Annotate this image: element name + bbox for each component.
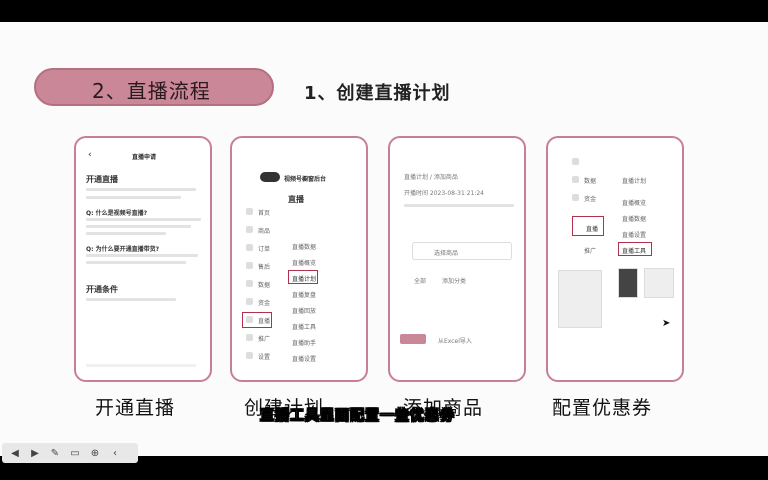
- sub-item: 直播概览: [292, 260, 317, 267]
- sub-item: 直播复盘: [292, 292, 317, 299]
- sub-item: 直播回放: [292, 308, 317, 315]
- sub-item: 直播工具: [622, 248, 647, 255]
- section-title: 2、直播流程: [92, 79, 211, 103]
- sub-item: 直播工具: [292, 324, 317, 331]
- cursor-icon: ➤: [662, 318, 671, 329]
- card3-breadcrumb: 直播计划 / 添加商品: [404, 174, 458, 181]
- card2-live: 直播: [288, 195, 304, 204]
- sub-item: 直播设置: [292, 356, 317, 363]
- logo-icon: [260, 172, 280, 182]
- card2-header: 视频号橱窗后台: [284, 176, 327, 183]
- card1-header: 直播申请: [132, 154, 157, 161]
- nav-item: 订单: [258, 246, 271, 253]
- nav-item: 推广: [584, 248, 597, 255]
- nav-item: 直播: [586, 226, 599, 233]
- slide-canvas: 2、直播流程 1、创建直播计划 ‹ 直播申请 开通直播 Q: 什么是视频号直播?…: [0, 22, 768, 463]
- back-arrow-icon[interactable]: ‹: [108, 446, 122, 460]
- card1-heading: 开通直播: [86, 175, 118, 184]
- sub-item: 直播概览: [622, 200, 647, 207]
- sub-item: 直播计划: [292, 276, 317, 283]
- nav-item: 设置: [258, 354, 271, 361]
- card-add-products: 直播计划 / 添加商品 开播时间 2023-08-31 21:24 选择商品 全…: [388, 136, 526, 382]
- sub-item: 直播助手: [292, 340, 317, 347]
- sub-item: 直播数据: [622, 216, 647, 223]
- card-open-live: ‹ 直播申请 开通直播 Q: 什么是视频号直播? Q: 为什么要开通直播带货? …: [74, 136, 212, 382]
- sub-item: 直播计划: [622, 178, 647, 185]
- select-products-label: 选择商品: [434, 250, 459, 257]
- screen-icon[interactable]: ▭: [68, 446, 82, 460]
- screenshot-thumbnail: [558, 270, 602, 328]
- card4-label: 配置优惠券: [552, 397, 653, 419]
- sub-item: 直播设置: [622, 232, 647, 239]
- card3-tab-add: 添加分类: [442, 278, 467, 285]
- card1-q2: Q: 为什么要开通直播带货?: [86, 246, 160, 253]
- card3-tab-all: 全部: [414, 278, 427, 285]
- pen-icon[interactable]: ✎: [48, 446, 62, 460]
- nav-item: 首页: [258, 210, 271, 217]
- card1-label: 开通直播: [95, 397, 176, 419]
- select-products-button[interactable]: [412, 242, 512, 260]
- video-subtitle: 直播工具里面配置一些优惠券: [260, 408, 455, 425]
- card-config-coupons: 数据 资金 直播 推广 直播计划 直播概览 直播数据 直播设置 直播工具 ➤: [546, 136, 684, 382]
- card3-time: 开播时间 2023-08-31 21:24: [404, 190, 484, 197]
- card-create-plan: 视频号橱窗后台 直播 首页 商品 订单 售后 数据 资金 直播 推广 设置 直播…: [230, 136, 368, 382]
- next-icon[interactable]: ▶: [28, 446, 42, 460]
- nav-item: 商品: [258, 228, 271, 235]
- nav-item: 资金: [258, 300, 271, 307]
- card3-import: 从Excel导入: [438, 338, 472, 345]
- nav-item: 资金: [584, 196, 597, 203]
- zoom-icon[interactable]: ⊕: [88, 446, 102, 460]
- card1-conditions: 开通条件: [86, 285, 118, 294]
- nav-item: 售后: [258, 264, 271, 271]
- nav-item: 直播: [258, 318, 271, 325]
- nav-item: 推广: [258, 336, 271, 343]
- step-title: 1、创建直播计划: [304, 83, 451, 104]
- card3-primary-button[interactable]: [400, 334, 426, 344]
- screenshot-thumbnail: [618, 268, 638, 298]
- prev-icon[interactable]: ◀: [8, 446, 22, 460]
- nav-item: 数据: [584, 178, 597, 185]
- player-toolbar: ◀ ▶ ✎ ▭ ⊕ ‹: [2, 443, 138, 463]
- card1-q1: Q: 什么是视频号直播?: [86, 210, 148, 217]
- sub-item: 直播数据: [292, 244, 317, 251]
- back-icon: ‹: [88, 150, 92, 160]
- screenshot-thumbnail: [644, 268, 674, 298]
- nav-item: 数据: [258, 282, 271, 289]
